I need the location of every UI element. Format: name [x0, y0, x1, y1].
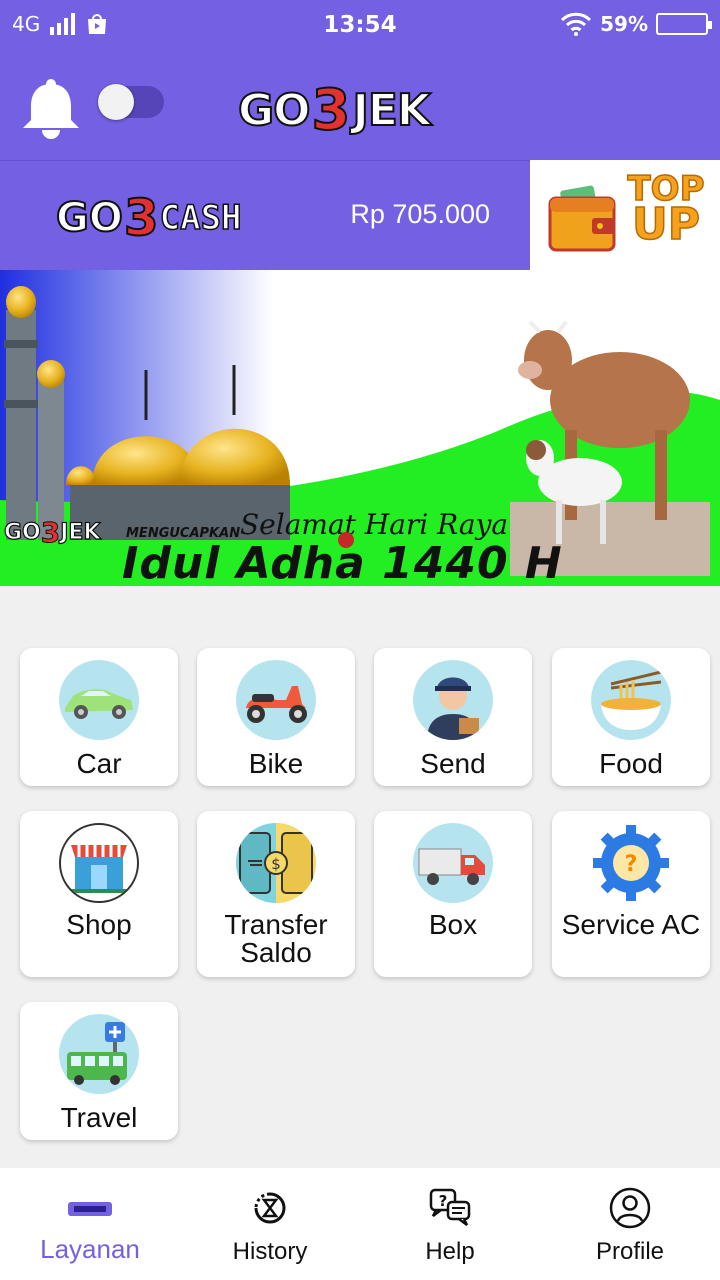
top-up-label: TOP UP — [626, 171, 706, 250]
nav-label: Layanan — [40, 1234, 140, 1264]
cash-logo-go: GO — [55, 194, 124, 242]
service-label: Food — [599, 748, 663, 779]
battery-percent: 59% — [600, 12, 648, 36]
carousel-indicator — [338, 532, 354, 548]
logo-go: GO — [237, 84, 312, 137]
transfer-money-icon: $ — [236, 823, 316, 903]
banner-brand-num: 3 — [40, 516, 61, 550]
nav-label: Profile — [595, 1238, 665, 1265]
top-up-line2: UP — [631, 198, 700, 250]
service-send[interactable]: Send — [374, 648, 532, 786]
top-up-button[interactable]: TOP UP — [530, 160, 720, 270]
driver-toggle[interactable] — [98, 84, 164, 120]
service-transfer-saldo[interactable]: $ Transfer Saldo — [197, 811, 355, 977]
noodle-bowl-icon — [591, 660, 671, 740]
status-right: 59% — [560, 12, 712, 36]
wallet-icon — [548, 185, 616, 252]
profile-icon — [609, 1187, 651, 1229]
service-food[interactable]: Food — [552, 648, 710, 786]
banner-greeting: Selamat Hari Raya — [240, 508, 509, 541]
nav-label: Help — [425, 1238, 475, 1265]
logo-num: 3 — [311, 77, 352, 144]
svg-text:$: $ — [271, 855, 281, 873]
shop-icon — [59, 823, 139, 903]
service-label: Travel — [60, 1102, 138, 1133]
go3jek-logo-icon — [68, 1202, 112, 1216]
svg-text:?: ? — [625, 852, 638, 877]
service-box[interactable]: Box — [374, 811, 532, 977]
help-chat-icon: ? — [429, 1188, 471, 1226]
service-label: Car — [76, 748, 122, 779]
gear-question-icon: ? — [591, 823, 671, 903]
service-label-line1: Transfer — [224, 909, 328, 940]
courier-icon — [413, 660, 493, 740]
logo-jek: JEK — [352, 84, 433, 137]
history-icon — [254, 1192, 286, 1224]
banner-brand-jek: JEK — [60, 519, 101, 545]
go3cash-logo: GO 3 CASH — [55, 188, 242, 248]
banner-brand-go: GO — [3, 519, 41, 545]
banner-brand: GO 3 JEK — [3, 516, 101, 550]
nav-layanan[interactable]: Layanan — [0, 1168, 180, 1280]
cash-balance: Rp 705.000 — [350, 199, 490, 229]
nav-help[interactable]: ? Help — [360, 1168, 540, 1280]
service-label: Bike — [248, 748, 304, 779]
battery-icon — [656, 13, 712, 35]
service-travel[interactable]: Travel — [20, 1002, 178, 1140]
service-bike[interactable]: Bike — [197, 648, 355, 786]
service-label: Shop — [66, 909, 132, 940]
promo-banner[interactable]: GO 3 JEK MENGUCAPKAN Selamat Hari Raya I… — [0, 270, 720, 586]
nav-profile[interactable]: Profile — [540, 1168, 720, 1280]
service-label-line2: Saldo — [240, 937, 312, 968]
cash-logo-num: 3 — [123, 188, 160, 248]
app-logo: GO 3 JEK — [237, 77, 433, 144]
app-header: GO 3 JEK — [0, 50, 720, 160]
go3cash-panel[interactable]: GO 3 CASH Rp 705.000 — [0, 160, 530, 270]
car-icon — [59, 660, 139, 740]
nav-label: History — [232, 1238, 308, 1265]
truck-icon — [413, 823, 493, 903]
status-bar: 4G 13:54 59% — [0, 0, 720, 50]
scooter-icon — [236, 660, 316, 740]
svg-text:?: ? — [439, 1192, 448, 1210]
bus-icon — [59, 1014, 139, 1094]
service-ac[interactable]: ? Service AC — [552, 811, 710, 977]
service-label: Box — [428, 909, 478, 940]
notification-bell-icon[interactable] — [20, 78, 82, 142]
toggle-knob — [98, 84, 134, 120]
service-label: Service AC — [561, 909, 701, 940]
bottom-nav: Layanan History ? Help Profile — [0, 1168, 720, 1280]
wifi-icon — [561, 12, 592, 36]
service-shop[interactable]: Shop — [20, 811, 178, 977]
nav-history[interactable]: History — [180, 1168, 360, 1280]
cash-logo-word: CASH — [159, 197, 242, 239]
service-label: Send — [420, 748, 486, 779]
service-car[interactable]: Car — [20, 648, 178, 786]
